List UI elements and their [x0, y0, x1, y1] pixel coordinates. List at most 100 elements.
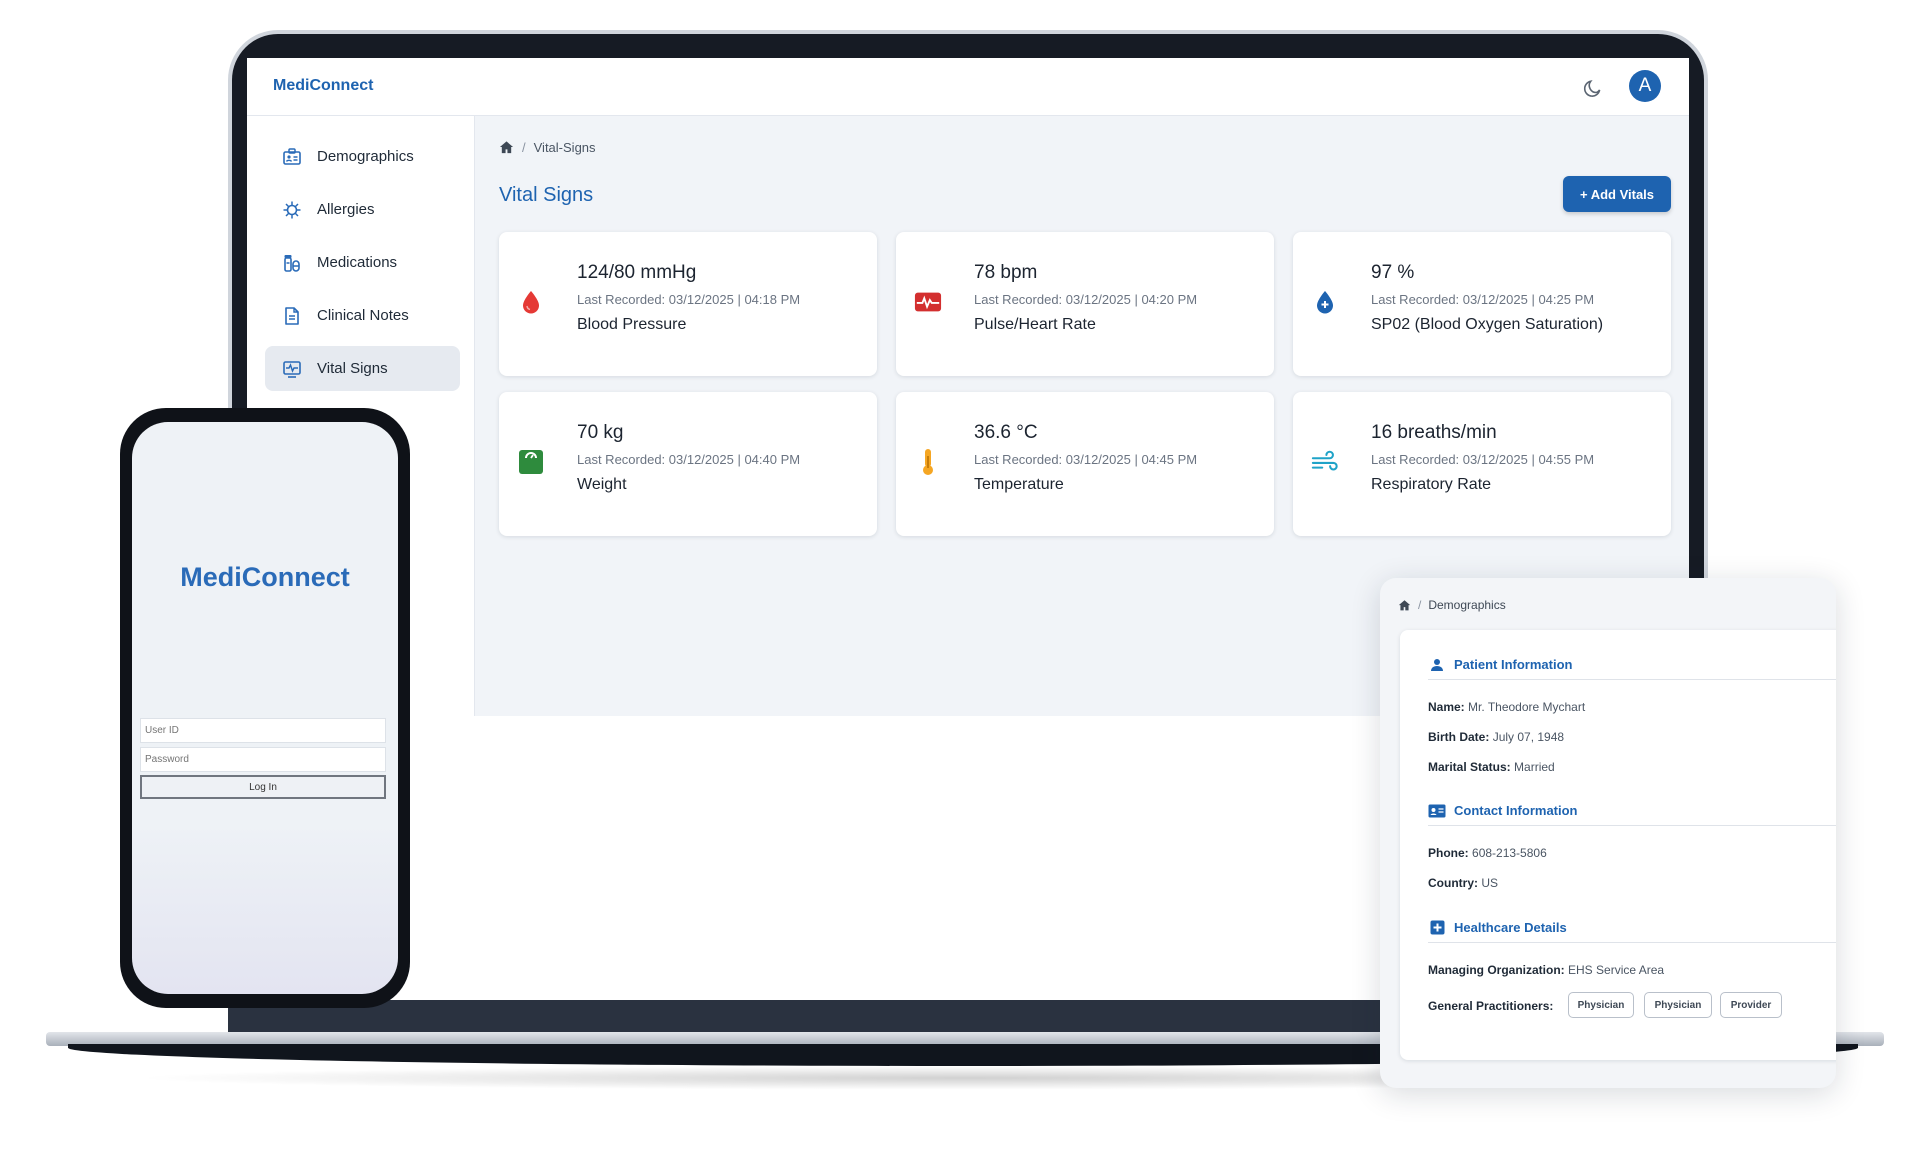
sidebar-item-label: Demographics [317, 148, 414, 165]
patient-name: Name: Mr. Theodore Mychart [1428, 700, 1585, 714]
practitioner-chip[interactable]: Physician [1568, 992, 1634, 1018]
vital-recorded: Last Recorded: 03/12/2025 | 04:40 PM [577, 452, 801, 467]
field-value: US [1481, 876, 1499, 890]
vital-value: 70 kg [577, 422, 624, 443]
phone-brand: MediConnect [180, 562, 350, 592]
vital-recorded: Last Recorded: 03/12/2025 | 04:20 PM [974, 292, 1198, 307]
vital-value: 16 breaths/min [1371, 422, 1497, 443]
birth-date: Birth Date: July 07, 1948 [1428, 730, 1564, 744]
monitor-heartbeat-icon [281, 358, 303, 380]
field-value: Mr. Theodore Mychart [1468, 700, 1586, 714]
pills-icon [281, 252, 303, 274]
avatar[interactable]: A [1629, 70, 1661, 102]
page-title: Vital Signs [499, 184, 594, 206]
scale-icon [517, 448, 545, 476]
login-button[interactable]: Log In [140, 775, 386, 799]
field-label: Name: [1428, 700, 1465, 714]
phone-number: Phone: 608-213-5806 [1428, 846, 1547, 860]
blood-drop-icon [517, 288, 545, 316]
heart-monitor-icon [914, 288, 942, 316]
breadcrumb: / Vital-Signs [499, 140, 596, 155]
home-icon[interactable] [1398, 599, 1411, 612]
vital-value: 78 bpm [974, 262, 1038, 283]
oxygen-drop-icon [1311, 288, 1339, 316]
sidebar-item-label: Allergies [317, 201, 375, 218]
practitioner-chip[interactable]: Physician [1644, 992, 1712, 1018]
marital-status: Marital Status: Married [1428, 760, 1555, 774]
vital-recorded: Last Recorded: 03/12/2025 | 04:25 PM [1371, 292, 1595, 307]
contact-info-heading: Contact Information [1428, 796, 1836, 826]
vital-recorded: Last Recorded: 03/12/2025 | 04:45 PM [974, 452, 1198, 467]
vital-label: Pulse/Heart Rate [974, 316, 1096, 333]
vital-label: SP02 (Blood Oxygen Saturation) [1371, 316, 1604, 333]
vital-card-weight[interactable]: 70 kg Last Recorded: 03/12/2025 | 04:40 … [499, 392, 877, 536]
vitals-grid: 124/80 mmHg Last Recorded: 03/12/2025 | … [499, 232, 1671, 536]
id-card-icon [281, 146, 303, 168]
demographics-breadcrumb: / Demographics [1398, 598, 1506, 612]
vital-label: Weight [577, 476, 627, 493]
vital-label: Blood Pressure [577, 316, 687, 333]
demographics-card: Patient Information Name: Mr. Theodore M… [1400, 630, 1836, 1060]
general-practitioners-label: General Practitioners: [1428, 999, 1554, 1013]
vital-recorded: Last Recorded: 03/12/2025 | 04:18 PM [577, 292, 801, 307]
app-header: MediConnect A [247, 58, 1689, 116]
home-icon[interactable] [499, 140, 514, 155]
section-title: Patient Information [1454, 657, 1573, 672]
thermometer-icon [914, 448, 942, 476]
vital-value: 36.6 °C [974, 422, 1038, 443]
field-value: EHS Service Area [1568, 963, 1665, 977]
sidebar-item-label: Clinical Notes [317, 307, 409, 324]
scene: MediConnect A Demographics Allergies Med… [0, 0, 1918, 1160]
vital-label: Respiratory Rate [1371, 476, 1492, 493]
moon-icon[interactable] [1581, 74, 1605, 98]
add-vitals-button[interactable]: + Add Vitals [1563, 176, 1671, 212]
field-value: July 07, 1948 [1492, 730, 1565, 744]
field-value: 608-213-5806 [1472, 846, 1547, 860]
breadcrumb-separator: / [1418, 598, 1422, 612]
phone-screen: MediConnect Log In [132, 422, 398, 994]
vital-recorded: Last Recorded: 03/12/2025 | 04:55 PM [1371, 452, 1595, 467]
breadcrumb-current: Vital-Signs [533, 140, 596, 155]
brand-logo[interactable]: MediConnect [273, 77, 373, 95]
demographics-panel: / Demographics Patient Information Name:… [1380, 578, 1836, 1088]
phone-frame: MediConnect Log In [120, 408, 410, 1008]
vital-card-pulse[interactable]: 78 bpm Last Recorded: 03/12/2025 | 04:20… [896, 232, 1274, 376]
medical-plus-icon [1428, 919, 1446, 937]
vital-value: 97 % [1371, 262, 1415, 283]
sidebar-item-allergies[interactable]: Allergies [265, 187, 460, 232]
managing-organization: Managing Organization: EHS Service Area [1428, 963, 1664, 977]
breadcrumb-current: Demographics [1428, 598, 1506, 612]
virus-icon [281, 199, 303, 221]
field-label: Marital Status: [1428, 760, 1511, 774]
contact-card-icon [1428, 802, 1446, 820]
practitioner-chip[interactable]: Provider [1720, 992, 1782, 1018]
document-icon [281, 305, 303, 327]
vital-card-temperature[interactable]: 36.6 °C Last Recorded: 03/12/2025 | 04:4… [896, 392, 1274, 536]
sidebar-item-medications[interactable]: Medications [265, 240, 460, 285]
vital-value: 124/80 mmHg [577, 262, 697, 283]
vital-card-spo2[interactable]: 97 % Last Recorded: 03/12/2025 | 04:25 P… [1293, 232, 1671, 376]
person-icon [1428, 656, 1446, 674]
sidebar-item-label: Vital Signs [317, 360, 388, 377]
sidebar-item-clinical-notes[interactable]: Clinical Notes [265, 293, 460, 338]
patient-info-heading: Patient Information [1428, 650, 1836, 680]
sidebar-item-label: Medications [317, 254, 398, 271]
vital-card-blood-pressure[interactable]: 124/80 mmHg Last Recorded: 03/12/2025 | … [499, 232, 877, 376]
vital-label: Temperature [974, 476, 1064, 493]
password-field[interactable] [140, 747, 386, 772]
breadcrumb-separator: / [522, 140, 526, 155]
section-title: Healthcare Details [1454, 920, 1567, 935]
vital-card-respiratory[interactable]: 16 breaths/min Last Recorded: 03/12/2025… [1293, 392, 1671, 536]
wind-icon [1311, 448, 1339, 476]
user-id-field[interactable] [140, 718, 386, 743]
field-label: Birth Date: [1428, 730, 1490, 744]
field-label: Phone: [1428, 846, 1469, 860]
sidebar-item-vital-signs[interactable]: Vital Signs [265, 346, 460, 391]
field-value: Married [1514, 760, 1555, 774]
healthcare-details-heading: Healthcare Details [1428, 913, 1836, 943]
field-label: Managing Organization: [1428, 963, 1565, 977]
field-label: Country: [1428, 876, 1478, 890]
country: Country: US [1428, 876, 1498, 890]
sidebar-item-demographics[interactable]: Demographics [265, 134, 460, 179]
section-title: Contact Information [1454, 803, 1578, 818]
